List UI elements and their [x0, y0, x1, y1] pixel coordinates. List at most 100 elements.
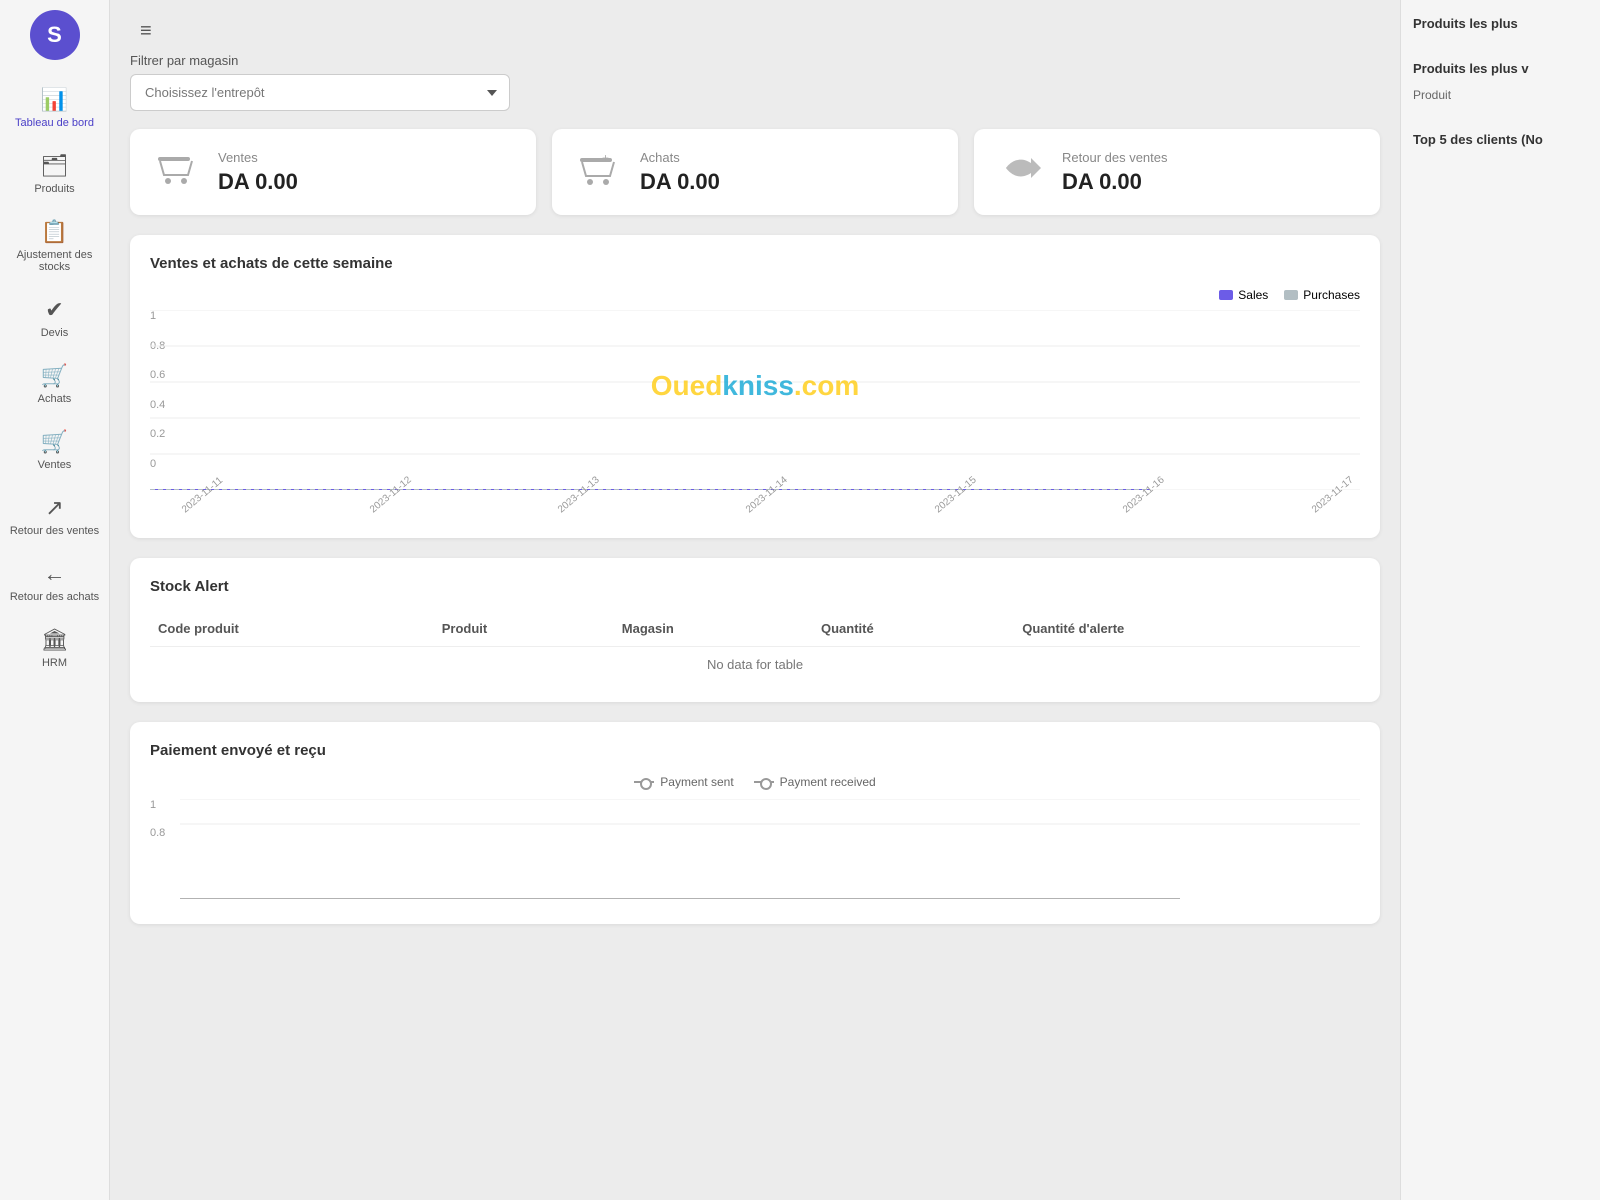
payment-legend: Payment sent Payment received: [150, 775, 1360, 789]
table-row-no-data: No data for table: [150, 647, 1360, 683]
ventes-card-info: Ventes DA 0.00: [218, 150, 298, 195]
col-magasin: Magasin: [614, 611, 813, 647]
right-top5-title: Top 5 des clients (No: [1413, 132, 1588, 147]
sidebar-label-tableau: Tableau de bord: [15, 117, 94, 129]
chart-svg: [150, 310, 1360, 490]
stock-table-body: No data for table: [150, 647, 1360, 683]
sidebar-label-ajustement: Ajustement des stocks: [5, 249, 104, 273]
chart-plot-area: [150, 310, 1360, 495]
payment-chart-area: 1 0.8: [150, 799, 1360, 904]
ventes-card-title: Ventes: [218, 150, 298, 165]
sidebar-label-devis: Devis: [41, 327, 69, 339]
sidebar-item-retour-achats[interactable]: ← Retour des achats: [0, 549, 109, 615]
right-top-section: Produits les plus: [1413, 16, 1588, 31]
achats-card-title: Achats: [640, 150, 720, 165]
stock-alert-section: Stock Alert Code produit Produit Magasin…: [130, 558, 1380, 702]
right-panel: Produits les plus Produits les plus v Pr…: [1400, 0, 1600, 1200]
col-quantite: Quantité: [813, 611, 1014, 647]
payment-received-legend: Payment received: [754, 775, 876, 789]
devis-icon: ✔: [45, 297, 63, 323]
sidebar-item-ajustement[interactable]: 📋 Ajustement des stocks: [0, 207, 109, 285]
sidebar: S 📊 Tableau de bord 🗂 Produits 📋 Ajustem…: [0, 0, 110, 1200]
summary-cards: Ventes DA 0.00 + Achats DA 0.00: [130, 129, 1380, 215]
legend-purchases: Purchases: [1284, 288, 1360, 302]
purchases-legend-label: Purchases: [1303, 288, 1360, 302]
retour-card-value: DA 0.00: [1062, 169, 1168, 195]
main-content: ≡ Filtrer par magasin Choisissez l'entre…: [110, 0, 1400, 1200]
col-code-produit: Code produit: [150, 611, 434, 647]
legend-sales: Sales: [1219, 288, 1268, 302]
achats-icon: 🛒: [41, 363, 68, 389]
filter-bar: Filtrer par magasin Choisissez l'entrepô…: [130, 53, 1380, 111]
ventes-card-value: DA 0.00: [218, 169, 298, 195]
warehouse-select[interactable]: Choisissez l'entrepôt: [130, 74, 510, 111]
sales-legend-label: Sales: [1238, 288, 1268, 302]
payment-sent-legend: Payment sent: [634, 775, 733, 789]
sidebar-item-produits[interactable]: 🗂 Produits: [0, 141, 109, 207]
adjust-icon: 📋: [41, 219, 68, 245]
weekly-chart-section: Ventes et achats de cette semaine Sales …: [130, 235, 1380, 538]
stock-alert-title: Stock Alert: [150, 578, 1360, 595]
weekly-chart-title: Ventes et achats de cette semaine: [150, 255, 1360, 272]
payment-y-1: 1: [150, 799, 180, 811]
filter-label: Filtrer par magasin: [130, 53, 1380, 68]
return-purchases-icon: ←: [44, 561, 66, 587]
svg-text:+: +: [602, 151, 609, 165]
achats-card-value: DA 0.00: [640, 169, 720, 195]
menu-toggle-icon[interactable]: ≡: [130, 10, 162, 52]
payment-chart-section: Paiement envoyé et reçu Payment sent Pay…: [130, 722, 1380, 924]
chart-icon: 📊: [41, 87, 68, 113]
col-produit: Produit: [434, 611, 614, 647]
products-icon: 🗂: [41, 153, 69, 179]
chart-container: 1 0.8 0.6 0.4 0.2 0: [150, 310, 1360, 518]
sidebar-label-retour-achats: Retour des achats: [10, 591, 99, 603]
right-top-title: Produits les plus: [1413, 16, 1588, 31]
x-axis-labels: 2023-11-11 2023-11-12 2023-11-13 2023-11…: [150, 499, 1360, 518]
payment-sent-label: Payment sent: [660, 775, 733, 789]
return-sales-icon: ↗: [45, 495, 63, 521]
sidebar-item-ventes[interactable]: 🛒 Ventes: [0, 417, 109, 483]
stock-table: Code produit Produit Magasin Quantité Qu…: [150, 611, 1360, 682]
right-product-label: Produit: [1413, 88, 1588, 102]
sidebar-label-produits: Produits: [34, 183, 74, 195]
ventes-card-icon: [152, 147, 200, 197]
sidebar-item-devis[interactable]: ✔ Devis: [0, 285, 109, 351]
achats-card-icon: +: [574, 148, 622, 197]
achats-card-info: Achats DA 0.00: [640, 150, 720, 195]
retour-card-icon: [996, 148, 1044, 197]
right-bottom-title: Produits les plus v: [1413, 61, 1588, 76]
sales-legend-dot: [1219, 290, 1233, 300]
sidebar-label-ventes: Ventes: [38, 459, 72, 471]
card-retour-ventes: Retour des ventes DA 0.00: [974, 129, 1380, 215]
sidebar-item-achats[interactable]: 🛒 Achats: [0, 351, 109, 417]
sidebar-item-retour-ventes[interactable]: ↗ Retour des ventes: [0, 483, 109, 549]
sidebar-item-hrm[interactable]: 🏛 HRM: [0, 615, 109, 681]
payment-y-labels: 1 0.8: [150, 799, 180, 899]
payment-plot: [180, 799, 1360, 904]
stock-table-head: Code produit Produit Magasin Quantité Qu…: [150, 611, 1360, 647]
col-quantite-alerte: Quantité d'alerte: [1014, 611, 1360, 647]
ventes-icon: 🛒: [41, 429, 68, 455]
retour-card-info: Retour des ventes DA 0.00: [1062, 150, 1168, 195]
payment-y-08: 0.8: [150, 827, 180, 839]
card-achats: + Achats DA 0.00: [552, 129, 958, 215]
sidebar-label-achats: Achats: [38, 393, 72, 405]
right-top5-section: Top 5 des clients (No: [1413, 132, 1588, 147]
no-data-cell: No data for table: [150, 647, 1360, 683]
sidebar-label-retour-ventes: Retour des ventes: [10, 525, 99, 537]
retour-card-title: Retour des ventes: [1062, 150, 1168, 165]
payment-chart-title: Paiement envoyé et reçu: [150, 742, 1360, 759]
stock-table-header-row: Code produit Produit Magasin Quantité Qu…: [150, 611, 1360, 647]
received-legend-line: [754, 781, 774, 783]
purchases-legend-dot: [1284, 290, 1298, 300]
hrm-icon: 🏛: [41, 627, 69, 653]
card-ventes: Ventes DA 0.00: [130, 129, 536, 215]
app-logo: S: [30, 10, 80, 60]
right-middle-section: Produits les plus v Produit: [1413, 61, 1588, 102]
sent-legend-line: [634, 781, 654, 783]
sidebar-label-hrm: HRM: [42, 657, 67, 669]
payment-svg: [180, 799, 1360, 899]
sidebar-item-tableau-de-bord[interactable]: 📊 Tableau de bord: [0, 75, 109, 141]
payment-received-label: Payment received: [780, 775, 876, 789]
stock-table-wrapper: Code produit Produit Magasin Quantité Qu…: [150, 611, 1360, 682]
